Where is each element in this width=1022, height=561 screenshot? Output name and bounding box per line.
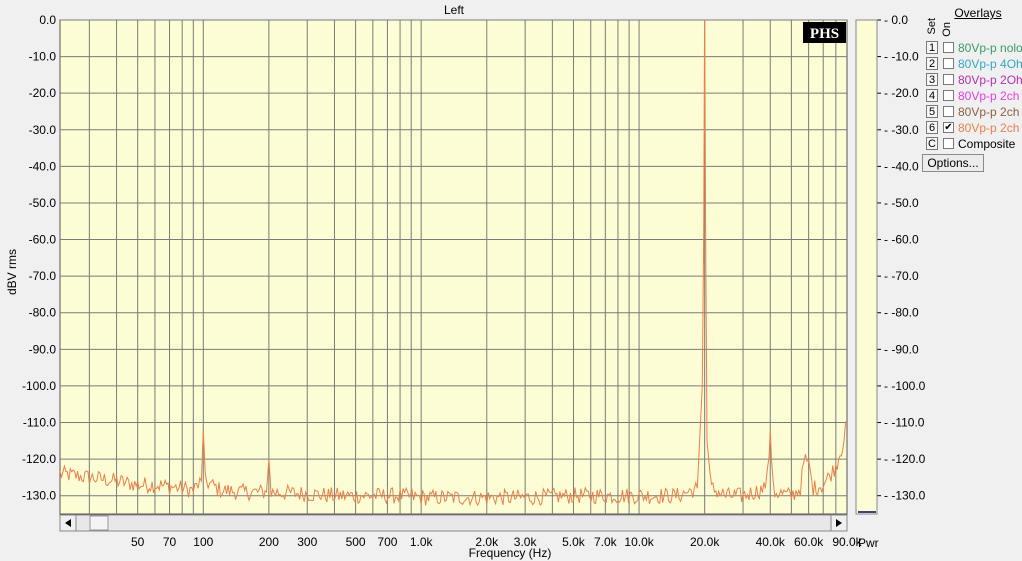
y-tick-label-right: - -110.0	[884, 416, 925, 430]
overlay-set-button[interactable]: 5	[926, 105, 938, 118]
chart-title: Left	[444, 3, 465, 17]
y-tick-label-right: - -60.0	[884, 233, 919, 247]
x-tick-label: 300	[297, 535, 317, 549]
x-tick-label: 20.0k	[690, 535, 720, 549]
y-tick-label-left: -60.0	[29, 233, 57, 247]
horizontal-scrollbar[interactable]	[59, 514, 848, 532]
y-tick-label-left: -40.0	[29, 159, 57, 173]
y-tick-label-left: -90.0	[29, 342, 57, 356]
y-axis-left: 0.0 -10.0 -20.0 -30.0 -40.0 -50.0 -60.0 -70.0 -8…	[22, 13, 56, 503]
y-tick-label-left: -130.0	[22, 489, 56, 503]
y-tick-label-left: -50.0	[29, 196, 57, 210]
overlay-set-button[interactable]: 4	[926, 89, 938, 102]
overlays-title: Overlays	[954, 6, 1002, 20]
overlay-label: Composite	[958, 137, 1016, 151]
overlay-checkbox[interactable]	[943, 58, 954, 69]
overlay-label: 80Vp-p 2ch	[958, 105, 1020, 119]
phs-logo-text: PHS	[810, 26, 839, 42]
x-tick-label: 1.0k	[410, 535, 434, 549]
overlay-checkbox[interactable]	[943, 106, 954, 117]
x-tick-label: 100	[193, 535, 213, 549]
x-tick-label: 5.0k	[562, 535, 586, 549]
overlay-label: 80Vp-p 4Oh	[958, 57, 1022, 71]
x-tick-label: 60.0k	[794, 535, 824, 549]
overlay-checkbox[interactable]	[943, 74, 954, 85]
options-button[interactable]: Options...	[922, 154, 984, 172]
spectrum-chart: 0.0 -10.0 -20.0 -30.0 -40.0 -50.0 -60.0 -70.0 -8…	[5, 3, 926, 560]
y-tick-label-right: - -40.0	[884, 159, 919, 173]
y-tick-label-right: - -90.0	[884, 342, 919, 356]
overlay-row-2: 2 80Vp-p 4Oh	[926, 56, 1022, 72]
y-tick-label-left: 0.0	[39, 13, 56, 27]
overlay-row-6: 6 ✔ 80Vp-p 2ch	[926, 120, 1022, 136]
overlay-label: 80Vp-p 2ch	[958, 121, 1020, 135]
y-tick-label-right: - -10.0	[884, 50, 919, 64]
set-column-label: Set	[926, 18, 938, 35]
overlay-row-1: 1 80Vp-p nolo	[926, 40, 1022, 56]
y-tick-label-left: -30.0	[29, 123, 57, 137]
y-tick-label-right: - 0.0	[884, 13, 908, 27]
overlay-label: 80Vp-p 2ch	[958, 89, 1020, 103]
x-tick-label: 7.0k	[594, 535, 618, 549]
y-tick-label-left: -120.0	[22, 452, 56, 466]
overlay-row-3: 3 80Vp-p 2Oh	[926, 72, 1022, 88]
y-tick-label-right: - -30.0	[884, 123, 919, 137]
y-axis-label: dBV rms	[5, 249, 19, 295]
y-tick-label-left: -10.0	[29, 50, 57, 64]
on-column-label: On	[941, 22, 953, 37]
x-tick-label: 50	[131, 535, 145, 549]
y-tick-label-right: - -80.0	[884, 306, 919, 320]
y-tick-label-right: - -120.0	[884, 452, 926, 466]
overlay-checkbox[interactable]	[943, 42, 954, 53]
x-tick-label: 10.0k	[624, 535, 654, 549]
overlay-set-button[interactable]: 3	[926, 73, 938, 86]
y-axis-right: - 0.0 - -10.0 - -20.0 - -30.0 - -40.0 - -50.0…	[877, 13, 926, 503]
x-tick-label: 700	[377, 535, 397, 549]
right-axis-strip	[855, 19, 878, 515]
x-tick-label: 200	[259, 535, 279, 549]
y-tick-label-right: - -100.0	[884, 379, 926, 393]
x-tick-label: 40.0k	[756, 535, 786, 549]
y-tick-label-left: -110.0	[23, 416, 56, 430]
overlay-row-4: 4 80Vp-p 2ch	[926, 88, 1022, 104]
overlay-set-button[interactable]: 1	[926, 41, 938, 54]
overlay-checkbox[interactable]	[943, 138, 954, 149]
overlay-set-button[interactable]: 2	[926, 57, 938, 70]
y-tick-label-right: - -130.0	[884, 489, 926, 503]
scroll-thumb[interactable]	[89, 515, 109, 531]
overlay-checkbox[interactable]	[943, 90, 954, 101]
x-tick-label: 70	[163, 535, 177, 549]
pwr-label: Pwr	[858, 536, 879, 550]
y-tick-label-left: -100.0	[22, 379, 56, 393]
overlay-set-button[interactable]: C	[926, 137, 938, 150]
x-tick-label: 500	[346, 535, 366, 549]
y-tick-label-left: -70.0	[29, 269, 57, 283]
overlay-label: 80Vp-p 2Oh	[958, 73, 1022, 87]
y-tick-label-right: - -20.0	[884, 86, 919, 100]
overlay-label: 80Vp-p nolo	[958, 41, 1022, 55]
y-tick-label-right: - -50.0	[884, 196, 919, 210]
overlay-row-5: 5 80Vp-p 2ch	[926, 104, 1022, 120]
y-tick-label-left: -80.0	[29, 306, 57, 320]
overlay-checkbox[interactable]: ✔	[943, 122, 954, 133]
y-tick-label-left: -20.0	[29, 86, 57, 100]
overlay-row-composite: C Composite	[926, 136, 1022, 152]
overlay-set-button[interactable]: 6	[926, 121, 938, 134]
x-axis-label: Frequency (Hz)	[469, 546, 552, 560]
y-tick-label-right: - -70.0	[884, 269, 919, 283]
plot-area	[59, 19, 848, 515]
